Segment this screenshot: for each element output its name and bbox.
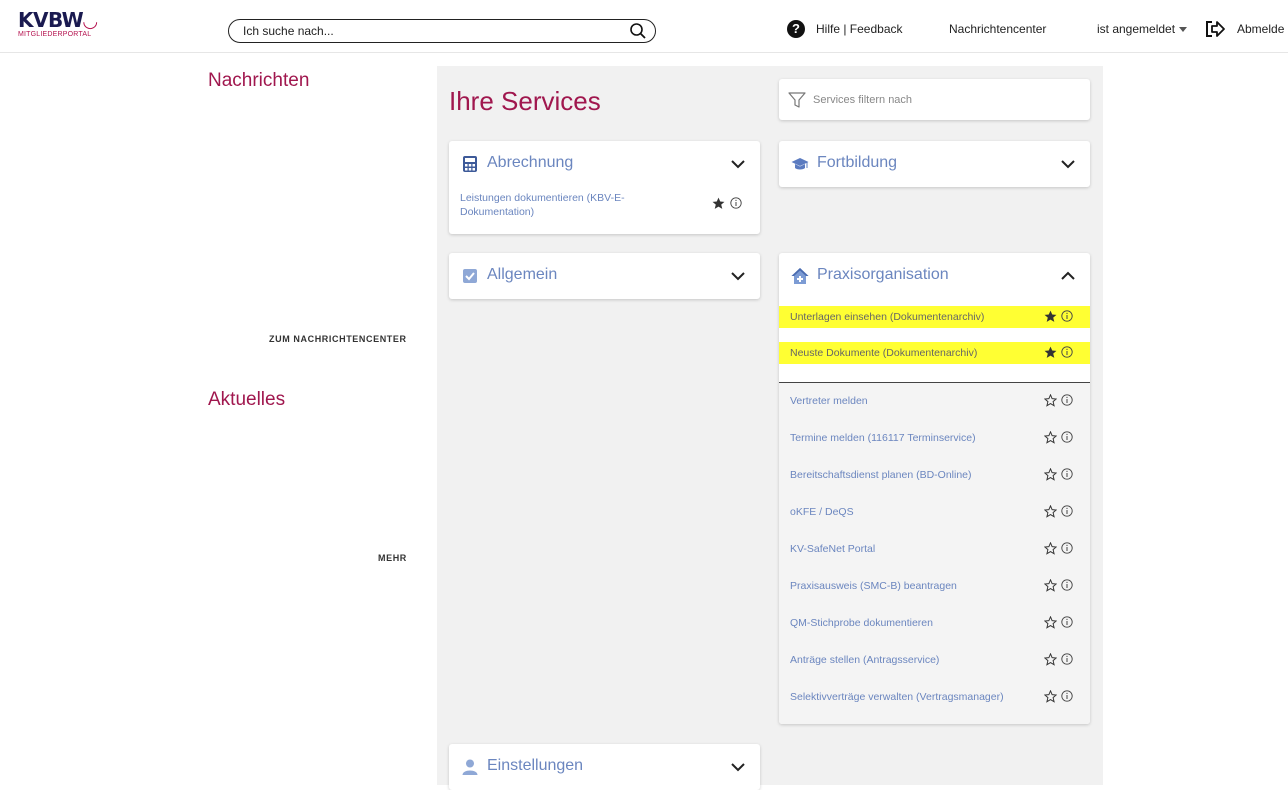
card-fortbildung: Fortbildung [779,141,1090,187]
service-item[interactable]: oKFE / DeQS [779,501,1090,523]
star-filled-icon[interactable] [1044,346,1057,359]
search-box [228,19,656,43]
service-item-label: Neuste Dokumente (Dokumentenarchiv) [790,347,978,359]
card-einstellungen: Einstellungen [449,744,760,790]
card-allgemein-header[interactable]: Allgemein [449,253,760,299]
service-item-favorite[interactable]: Unterlagen einsehen (Dokumentenarchiv) [779,306,1090,328]
card-allgemein-title: Allgemein [487,266,558,283]
info-icon[interactable] [1061,690,1073,702]
star-outline-icon[interactable] [1044,616,1057,629]
service-list: Vertreter melden Termine melden (116117 … [779,383,1090,724]
card-abrechnung: Abrechnung Leistungen dokumentieren (KBV… [449,141,760,234]
graduation-cap-icon [791,158,809,170]
search-icon[interactable] [629,22,647,40]
star-outline-icon[interactable] [1044,431,1057,444]
star-outline-icon[interactable] [1044,579,1057,592]
current-title: Aktuelles [208,389,286,410]
info-icon[interactable] [1061,310,1073,322]
service-item-favorite[interactable]: Neuste Dokumente (Dokumentenarchiv) [779,342,1090,364]
service-item-label: Vertreter melden [790,395,868,407]
user-icon [462,759,478,775]
chevron-down-icon[interactable] [730,759,746,775]
card-einstellungen-title: Einstellungen [487,757,584,774]
card-praxisorganisation: Praxisorganisation Unterlagen einsehen (… [779,253,1090,724]
chevron-down-icon[interactable] [730,268,746,284]
service-item-label: KV-SafeNet Portal [790,543,876,555]
star-outline-icon[interactable] [1044,542,1057,555]
info-icon[interactable] [1061,616,1073,628]
card-allgemein: Allgemein [449,253,760,299]
info-icon[interactable] [1061,394,1073,406]
card-praxis-header[interactable]: Praxisorganisation [779,253,1090,299]
star-outline-icon[interactable] [1044,653,1057,666]
card-abrechnung-header[interactable]: Abrechnung [449,141,760,187]
service-item-label: Praxisausweis (SMC-B) beantragen [790,580,957,592]
star-outline-icon[interactable] [1044,468,1057,481]
service-item[interactable]: QM-Stichprobe dokumentieren [779,612,1090,634]
help-feedback-link[interactable]: Hilfe | Feedback [816,22,903,36]
messages-center-button[interactable]: ZUM NACHRICHTENCENTER [269,334,407,344]
card-praxis-title: Praxisorganisation [817,266,949,283]
services-filter-input[interactable] [813,92,1073,108]
kvbw-logo[interactable]: KVBW◡ MITGLIEDERPORTAL [18,9,97,38]
service-item-label: QM-Stichprobe dokumentieren [790,617,933,629]
service-item-label: Anträge stellen (Antragsservice) [790,654,940,666]
card-fortbildung-title: Fortbildung [817,154,898,171]
help-icon[interactable]: ? [787,20,805,38]
calculator-icon [463,156,477,172]
chevron-down-icon[interactable] [1060,156,1076,172]
checkbox-icon [463,269,477,283]
house-plus-icon [791,268,809,284]
top-bar: KVBW◡ MITGLIEDERPORTAL ? Hilfe | Feedbac… [0,0,1288,53]
filter-icon [788,92,806,108]
info-icon[interactable] [1061,653,1073,665]
chevron-up-icon[interactable] [1060,268,1076,284]
star-filled-icon[interactable] [712,197,725,210]
service-item[interactable]: Bereitschaftsdienst planen (BD-Online) [779,464,1090,486]
service-item[interactable]: Anträge stellen (Antragsservice) [779,649,1090,671]
service-item-label: oKFE / DeQS [790,506,854,518]
info-icon[interactable] [1061,505,1073,517]
service-item-label-line2: Dokumentation) [460,206,535,218]
service-item-leistungen[interactable]: Leistungen dokumentieren (KBV-E- Dokumen… [460,191,700,219]
star-filled-icon[interactable] [1044,310,1057,323]
more-button[interactable]: MEHR [378,553,407,563]
star-outline-icon[interactable] [1044,505,1057,518]
services-title: Ihre Services [449,86,601,116]
service-item[interactable]: Termine melden (116117 Terminservice) [779,427,1090,449]
service-item[interactable]: Selektivverträge verwalten (Vertragsmana… [779,686,1090,708]
info-icon[interactable] [1061,579,1073,591]
star-outline-icon[interactable] [1044,394,1057,407]
card-fortbildung-header[interactable]: Fortbildung [779,141,1090,187]
chevron-down-icon[interactable] [730,156,746,172]
card-einstellungen-header[interactable]: Einstellungen [449,744,760,790]
info-icon[interactable] [730,197,742,209]
search-input[interactable] [243,23,623,39]
user-status: ist angemeldet [1097,22,1176,36]
news-title: Nachrichten [208,70,310,91]
user-menu[interactable]: ist angemeldet [1097,22,1188,36]
service-item-label-line1: Leistungen dokumentieren (KBV-E- [460,192,625,204]
logo-name: KVBW [18,8,84,32]
service-item-label: Selektivverträge verwalten (Vertragsmana… [790,691,1004,703]
card-abrechnung-title: Abrechnung [487,154,574,171]
logo-smile-icon: ◡ [83,11,97,32]
service-item[interactable]: Praxisausweis (SMC-B) beantragen [779,575,1090,597]
info-icon[interactable] [1061,468,1073,480]
service-item-label: Termine melden (116117 Terminservice) [790,432,976,444]
services-filter [779,79,1090,120]
service-item[interactable]: KV-SafeNet Portal [779,538,1090,560]
info-icon[interactable] [1061,542,1073,554]
logout-link[interactable]: Abmelde [1237,22,1284,36]
service-item[interactable]: Vertreter melden [779,390,1090,412]
service-item-label: Bereitschaftsdienst planen (BD-Online) [790,469,972,481]
logo-subtitle: MITGLIEDERPORTAL [18,31,92,38]
info-icon[interactable] [1061,346,1073,358]
caret-down-icon [1179,27,1188,33]
info-icon[interactable] [1061,431,1073,443]
star-outline-icon[interactable] [1044,690,1057,703]
service-item-label: Unterlagen einsehen (Dokumentenarchiv) [790,311,985,323]
logout-icon[interactable] [1204,20,1226,38]
messages-center-link[interactable]: Nachrichtencenter [949,22,1046,36]
